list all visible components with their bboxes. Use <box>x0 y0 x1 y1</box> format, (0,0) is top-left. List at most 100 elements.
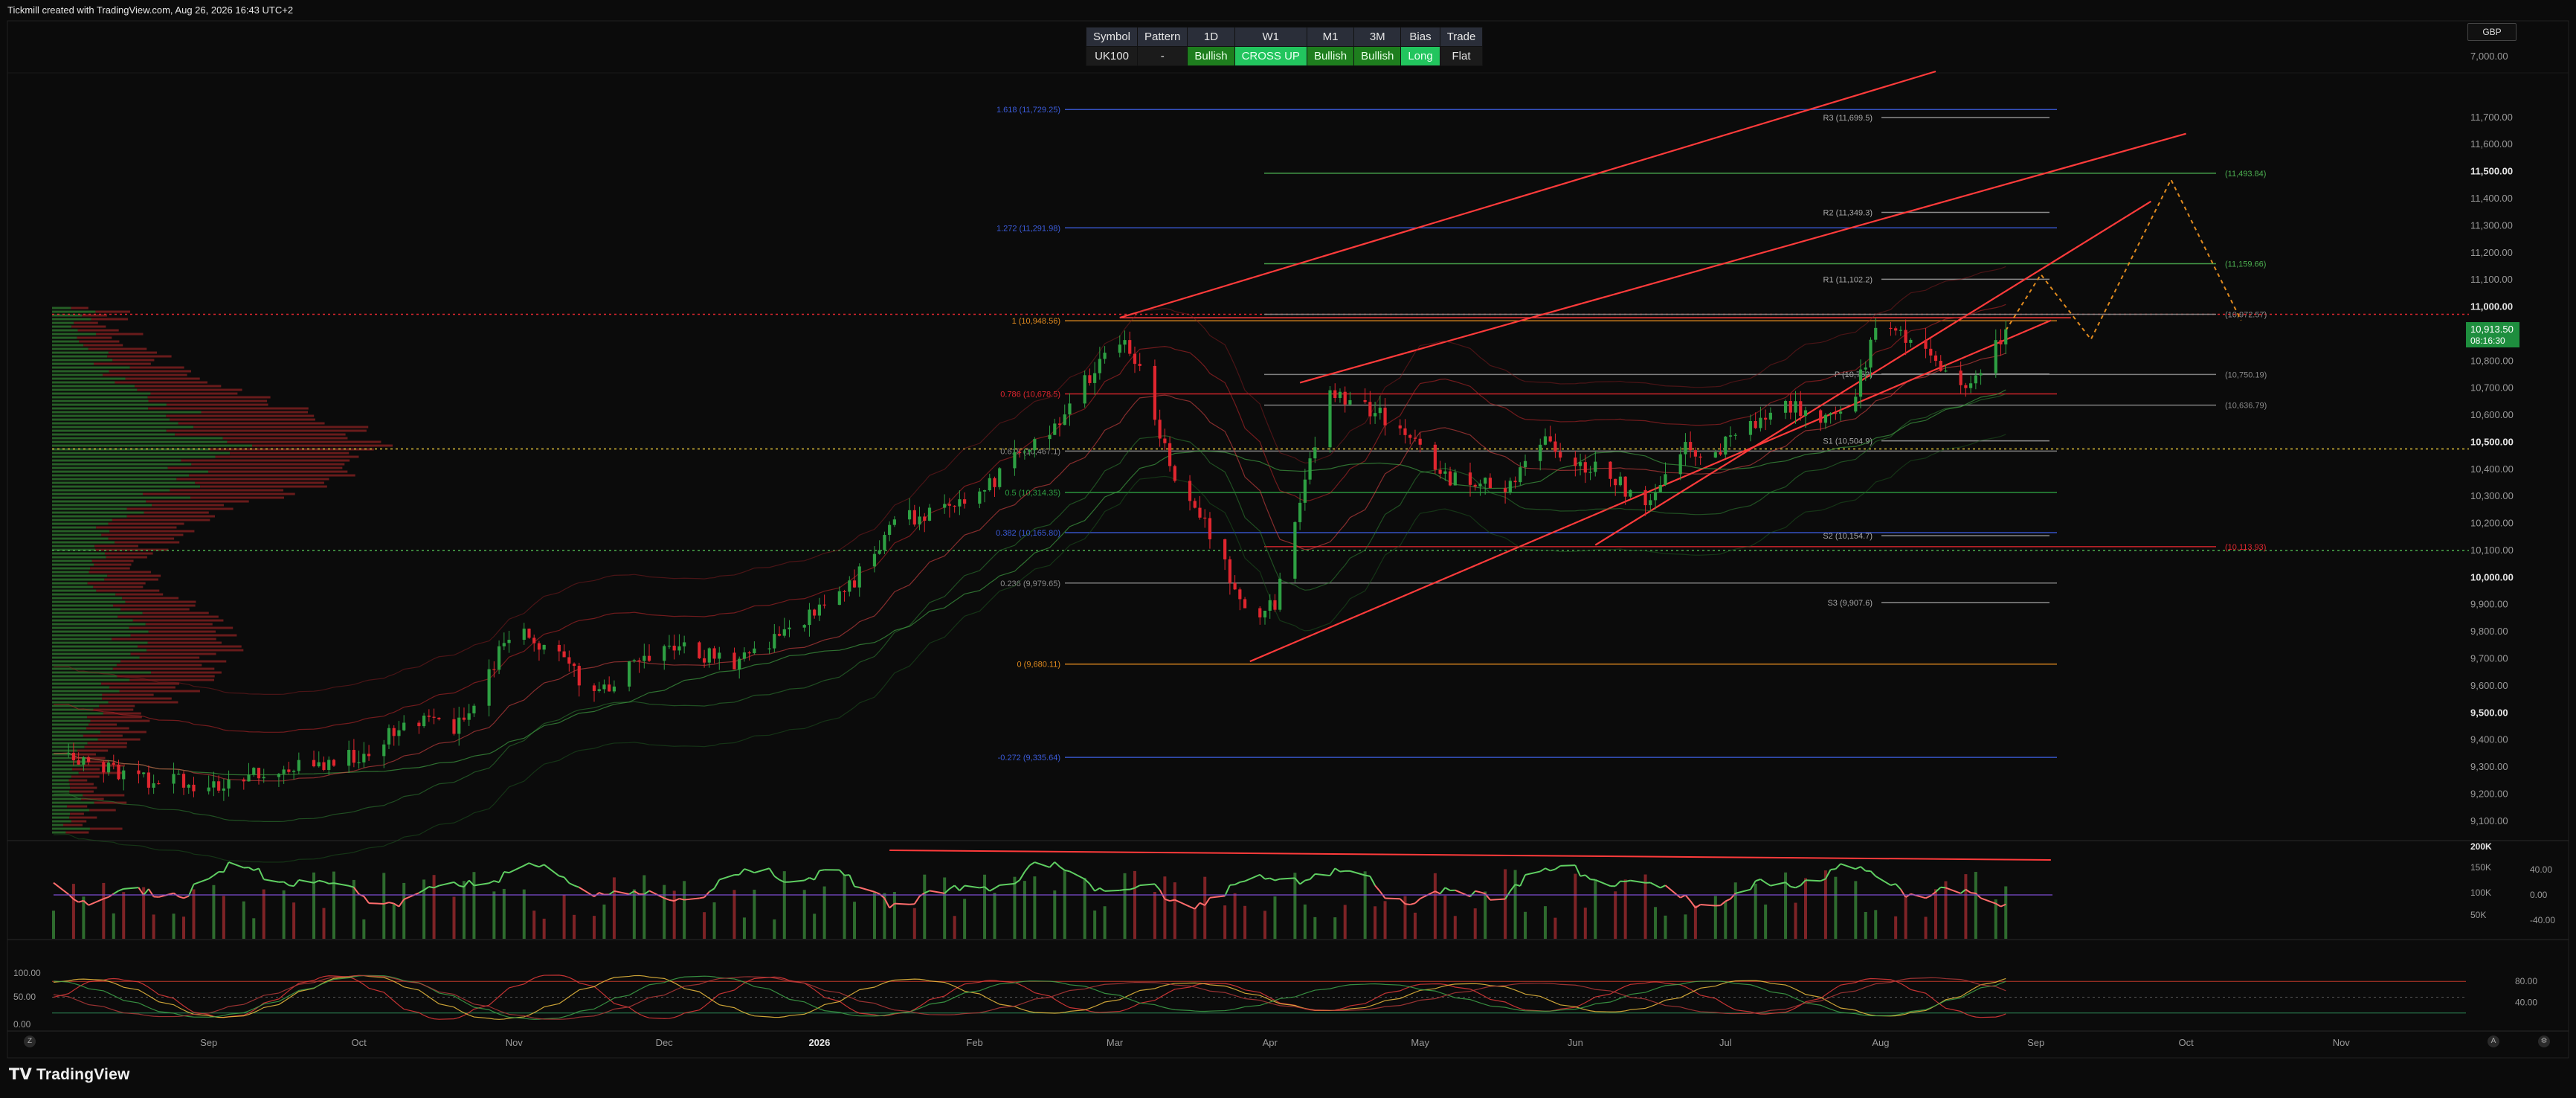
volume-profile-bar-red <box>94 801 127 804</box>
volume-profile-bar-red <box>108 522 184 525</box>
momentum-line-segment <box>568 882 575 887</box>
volume-profile-bar-green <box>52 678 130 681</box>
momentum-line-segment <box>403 892 419 900</box>
volume-tick-label: 100K <box>2470 887 2491 898</box>
momentum-line-segment <box>1104 889 1120 892</box>
volume-profile-bar-red <box>120 608 190 611</box>
momentum-line-segment <box>153 896 159 898</box>
volume-profile-bar-red <box>62 824 83 826</box>
volume-profile-bar-green <box>52 399 149 402</box>
momentum-line-segment <box>1154 883 1161 890</box>
momentum-tick-label: -40.00 <box>2530 915 2555 925</box>
momentum-line-segment <box>1870 870 1876 877</box>
time-axis-label: May <box>1411 1037 1429 1048</box>
volume-profile-bar-red <box>65 831 89 834</box>
candle-body <box>1478 484 1482 487</box>
volume-profile-bar-green <box>52 805 68 808</box>
time-axis-label: Apr <box>1263 1037 1278 1048</box>
volume-profile-bar-green <box>52 634 131 637</box>
momentum-line-segment <box>118 887 124 892</box>
volume-profile-bar-red <box>108 537 175 540</box>
countdown-label: 08:16:30 <box>2470 336 2505 346</box>
momentum-line-segment <box>529 862 535 867</box>
fib-level-label: 1 (10,948.56) <box>1012 317 1060 326</box>
candle-body <box>1173 466 1176 481</box>
candle-body <box>1733 434 1737 436</box>
momentum-line-segment <box>1755 878 1761 882</box>
panel-value-3m: Bullish <box>1353 46 1402 66</box>
candle-body <box>1328 390 1332 448</box>
volume-profile-bar-red <box>152 504 224 507</box>
candle-body <box>472 705 476 713</box>
settings-gear-icon[interactable]: ⚙ <box>2538 1036 2550 1047</box>
candle-body <box>1053 423 1057 435</box>
momentum-line-segment <box>1224 884 1231 896</box>
volume-profile-bar-red <box>252 444 393 447</box>
candle-body <box>262 777 265 779</box>
momentum-line-segment <box>363 896 370 904</box>
scroll-left-icon[interactable]: Z <box>24 1036 36 1047</box>
volume-profile-bar-red <box>93 585 144 588</box>
momentum-line-segment <box>804 877 810 882</box>
momentum-line-segment <box>1259 873 1266 880</box>
candle-body <box>1033 439 1037 451</box>
candle-body <box>1088 375 1092 383</box>
momentum-line-segment <box>1630 879 1646 884</box>
candle-body <box>878 550 881 554</box>
momentum-line-segment <box>738 868 745 876</box>
volume-bar <box>1643 874 1647 939</box>
volume-profile-bar-green <box>52 701 109 704</box>
candle-body <box>1383 408 1387 426</box>
pivot-label: R2 (11,349.3) <box>1823 208 1873 217</box>
candle-body <box>1293 521 1297 579</box>
momentum-line-segment <box>913 896 921 905</box>
momentum-line-segment <box>909 903 915 905</box>
momentum-line-segment <box>684 897 700 901</box>
candle-body <box>907 510 912 520</box>
pivot-label: S1 (10,504.9) <box>1823 437 1873 446</box>
volume-bar <box>1874 910 1878 939</box>
momentum-line-segment <box>494 880 500 884</box>
candle-body <box>557 644 561 652</box>
momentum-line-segment <box>1019 871 1025 881</box>
currency-selector[interactable]: GBP <box>2467 23 2517 41</box>
auto-scale-icon[interactable]: A <box>2488 1036 2499 1047</box>
candle-body <box>1759 417 1762 428</box>
volume-bar <box>71 884 75 939</box>
volume-profile-bar-red <box>115 541 180 544</box>
volume-profile-bar-green <box>52 630 149 633</box>
candle-body <box>207 787 210 792</box>
volume-profile-bar-red <box>170 489 284 492</box>
volume-bar <box>1293 873 1297 939</box>
volume-bar <box>742 917 746 939</box>
volume-bar <box>152 914 155 939</box>
momentum-line-segment <box>1309 873 1316 880</box>
candle-body <box>532 638 536 643</box>
volume-profile-bar-red <box>71 820 87 823</box>
candle-body <box>698 642 701 658</box>
momentum-line-segment <box>318 879 324 883</box>
volume-bar <box>522 889 526 939</box>
volume-profile-bar-green <box>52 470 209 473</box>
volume-bar <box>292 902 296 939</box>
candle-body <box>277 774 281 777</box>
pivot-label: R3 (11,699.5) <box>1823 114 1873 123</box>
volume-bar <box>1453 916 1457 939</box>
candle-body <box>782 629 786 636</box>
candle-body <box>1468 472 1472 485</box>
momentum-line-segment <box>1099 887 1106 892</box>
volume-profile-bar-green <box>52 526 97 529</box>
volume-profile-bar-green <box>52 597 123 600</box>
chart-canvas[interactable]: 1.618 (11,729.25) 1.272 (11,291.98) 1 (10,… <box>0 0 2576 1098</box>
volume-bar <box>802 890 806 939</box>
volume-tick-label: 50K <box>2470 910 2486 920</box>
volume-bar <box>502 888 506 939</box>
volume-bar <box>492 891 496 939</box>
volume-profile-bar-red <box>222 437 348 440</box>
volume-bar <box>1894 916 1898 939</box>
candle-body <box>1163 438 1167 443</box>
momentum-line-segment <box>953 884 961 891</box>
candle-body <box>747 652 751 654</box>
candle-body <box>257 768 261 779</box>
volume-bar <box>1964 874 1968 939</box>
